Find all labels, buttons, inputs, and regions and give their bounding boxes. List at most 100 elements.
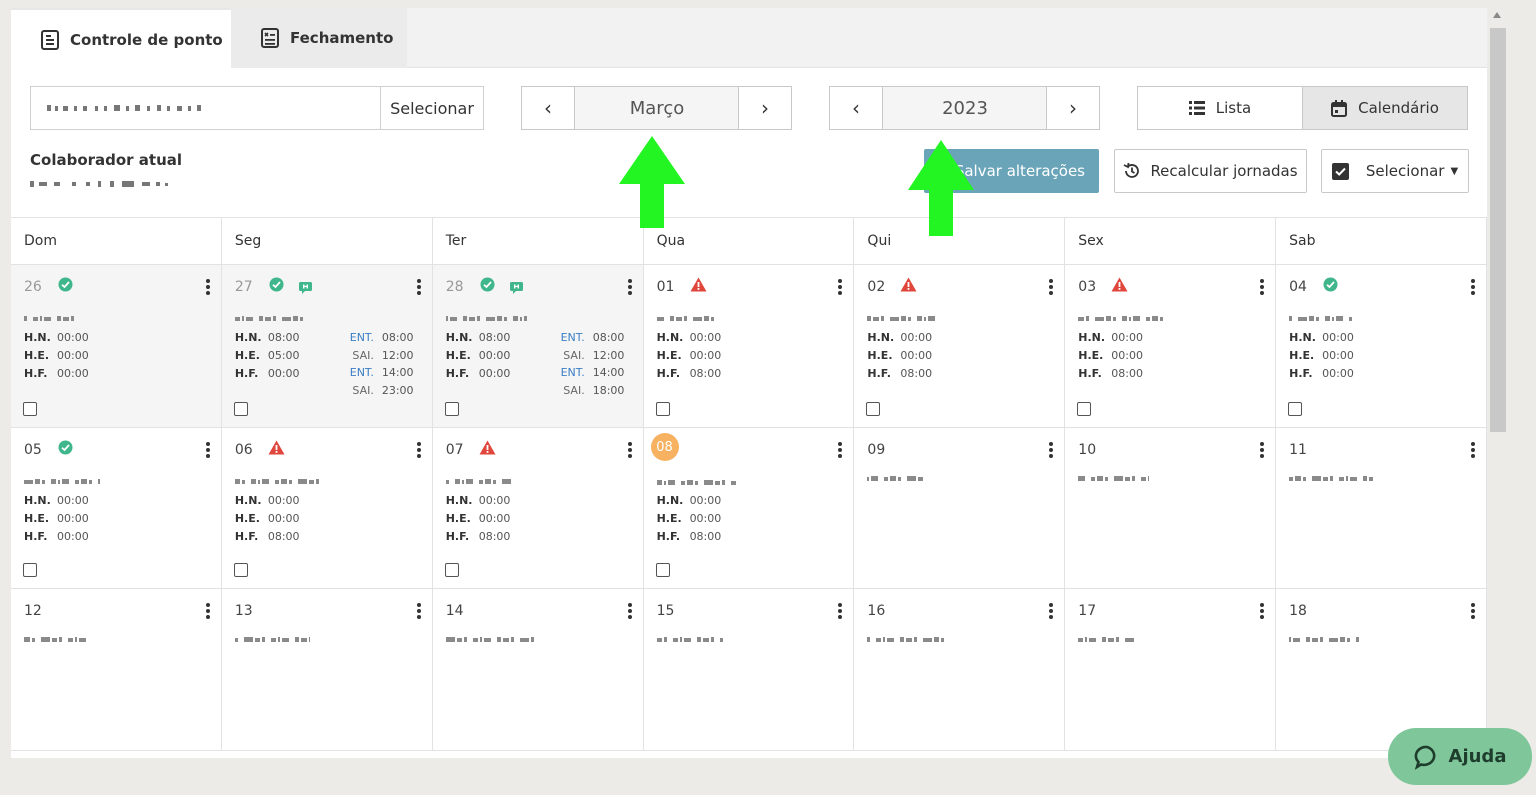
calendar-day-cell[interactable]: 18 <box>1276 589 1487 750</box>
calendar-day-cell[interactable]: 15 <box>643 589 855 750</box>
kebab-menu-icon[interactable] <box>1471 279 1475 297</box>
scrollbar-thumb[interactable] <box>1490 28 1506 432</box>
calendar-grid: Dom Seg Ter Qua Qui Sex Sab 26 H.N. 00:00 H… <box>11 217 1487 751</box>
calendar-view-button[interactable]: Calendário <box>1302 86 1468 130</box>
kebab-menu-icon[interactable] <box>838 279 843 297</box>
day-select-checkbox[interactable] <box>444 563 459 577</box>
calendar-day-cell[interactable]: 07 H.N. 00:00 H.E. 00:00 H.F. 08:00 <box>432 428 644 588</box>
calendar-day-cell[interactable]: 26 H.N. 00:00 H.E. 00:00 H.F. 00:00 <box>11 265 222 427</box>
calendar-day-cell[interactable]: 27 H.N. 08:00 H.E. 05:00 H.F. 00:00 ENT. 08:00 SA… <box>221 265 433 427</box>
hours-summary: H.N. 00:00 H.E. 00:00 H.F. 08:00 <box>656 494 722 543</box>
weekday-label: Seg <box>222 218 433 264</box>
day-select-checkbox[interactable] <box>233 563 248 577</box>
prev-year-button[interactable]: ‹ <box>829 86 883 130</box>
kebab-menu-icon[interactable] <box>1049 279 1054 297</box>
kebab-menu-icon[interactable] <box>1471 442 1475 460</box>
hours-summary: H.N. 00:00 H.E. 00:00 H.F. 08:00 <box>1078 331 1143 380</box>
calendar-day-cell[interactable]: 06 H.N. 00:00 H.E. 00:00 H.F. 08:00 <box>221 428 433 588</box>
calendar-day-cell[interactable]: 14 <box>432 589 644 750</box>
check-circle-icon <box>58 440 73 459</box>
warning-icon <box>1111 277 1128 296</box>
calendar-day-cell[interactable]: 08 H.N. 00:00 H.E. 00:00 H.F. 08:00 <box>643 428 855 588</box>
day-select-checkbox[interactable] <box>655 563 670 577</box>
calendar-day-cell[interactable]: 01 H.N. 00:00 H.E. 00:00 H.F. 08:00 <box>643 265 855 427</box>
calendar-day-cell[interactable]: 09 <box>854 428 1066 588</box>
weekday-label: Dom <box>11 218 222 264</box>
day-select-checkbox[interactable] <box>866 402 881 416</box>
day-select-checkbox[interactable] <box>1288 402 1303 416</box>
day-number: 07 <box>445 442 464 458</box>
calendar-day-cell[interactable]: 03 H.N. 00:00 H.E. 00:00 H.F. 08:00 <box>1065 265 1277 427</box>
kebab-menu-icon[interactable] <box>416 603 421 621</box>
tab-fechamento[interactable]: Fechamento <box>231 8 407 68</box>
arrow-up-icon <box>619 136 685 228</box>
kebab-menu-icon[interactable] <box>416 279 421 297</box>
tab-controle-de-ponto[interactable]: Controle de ponto <box>11 8 231 69</box>
next-month-button[interactable]: › <box>738 86 792 130</box>
kebab-menu-icon[interactable] <box>627 279 632 297</box>
collaborator-input[interactable] <box>30 86 381 130</box>
caret-down-icon: ▼ <box>1450 165 1459 177</box>
warning-icon <box>479 440 496 459</box>
checklist-icon <box>261 28 279 48</box>
prev-month-button[interactable]: ‹ <box>521 86 575 130</box>
select-collaborator-button[interactable]: Selecionar <box>380 86 484 130</box>
calendar-day-cell[interactable]: 28 H.N. 08:00 H.E. 00:00 H.F. 00:00 ENT. 08:00 SA… <box>432 265 644 427</box>
day-select-checkbox[interactable] <box>233 402 248 416</box>
kebab-menu-icon[interactable] <box>1049 603 1054 621</box>
kebab-menu-icon[interactable] <box>627 442 632 460</box>
calendar-day-cell[interactable]: 13 <box>221 589 433 750</box>
bulk-select-dropdown[interactable]: Selecionar ▼ <box>1321 149 1469 193</box>
calendar-view-label: Calendário <box>1358 99 1439 117</box>
day-number: 18 <box>1289 603 1307 619</box>
kebab-menu-icon[interactable] <box>1260 603 1265 621</box>
tab-label: Fechamento <box>290 29 394 47</box>
recalculate-label: Recalcular jornadas <box>1150 162 1298 180</box>
list-view-button[interactable]: Lista <box>1137 86 1303 130</box>
chevron-left-icon: ‹ <box>852 96 860 120</box>
kebab-menu-icon[interactable] <box>838 442 843 460</box>
day-number: 17 <box>1078 603 1097 619</box>
kebab-menu-icon[interactable] <box>1260 442 1265 460</box>
calendar-day-cell[interactable]: 05 H.N. 00:00 H.E. 00:00 H.F. 00:00 <box>11 428 222 588</box>
chevron-right-icon: › <box>1069 96 1077 120</box>
calendar-day-cell[interactable]: 17 <box>1065 589 1277 750</box>
calendar-day-cell[interactable]: 10 <box>1065 428 1277 588</box>
warning-icon <box>268 440 285 459</box>
kebab-menu-icon[interactable] <box>416 442 421 460</box>
next-year-button[interactable]: › <box>1046 86 1100 130</box>
kebab-menu-icon[interactable] <box>1049 442 1054 460</box>
day-select-checkbox[interactable] <box>655 402 670 416</box>
kebab-menu-icon[interactable] <box>205 603 210 621</box>
kebab-menu-icon[interactable] <box>205 279 210 297</box>
hours-summary: H.N. 00:00 H.E. 00:00 H.F. 00:00 <box>1289 331 1354 380</box>
redacted-schedule-text <box>445 629 536 642</box>
day-number: 02 <box>867 279 886 295</box>
kebab-menu-icon[interactable] <box>1471 603 1475 621</box>
day-select-checkbox[interactable] <box>23 563 37 577</box>
warning-icon <box>690 277 707 296</box>
scroll-up-arrow-icon[interactable] <box>1493 12 1501 18</box>
day-number: 16 <box>867 603 886 619</box>
calendar-week-row: 05 H.N. 00:00 H.E. 00:00 H.F. 00:00 06 H.N. 00:00… <box>11 428 1487 589</box>
kebab-menu-icon[interactable] <box>627 603 632 621</box>
calendar-day-cell[interactable]: 12 <box>11 589 222 750</box>
kebab-menu-icon[interactable] <box>838 603 843 621</box>
tab-bar: Controle de ponto Fechamento <box>11 8 1487 69</box>
day-select-checkbox[interactable] <box>1077 402 1092 416</box>
calendar-day-cell[interactable]: 02 H.N. 00:00 H.E. 00:00 H.F. 08:00 <box>854 265 1066 427</box>
day-number: 13 <box>234 603 253 619</box>
day-select-checkbox[interactable] <box>444 402 459 416</box>
kebab-menu-icon[interactable] <box>205 442 210 460</box>
day-select-checkbox[interactable] <box>23 402 37 416</box>
redacted-schedule-text <box>656 308 716 321</box>
comment-flag-icon <box>509 279 523 298</box>
help-button[interactable]: Ajuda <box>1388 728 1532 785</box>
calendar-day-cell[interactable]: 16 <box>854 589 1066 750</box>
kebab-menu-icon[interactable] <box>1260 279 1265 297</box>
calendar-day-cell[interactable]: 11 <box>1276 428 1487 588</box>
help-label: Ajuda <box>1448 746 1507 767</box>
weekday-label: Sab <box>1276 218 1487 264</box>
calendar-day-cell[interactable]: 04 H.N. 00:00 H.E. 00:00 H.F. 00:00 <box>1276 265 1487 427</box>
recalculate-button[interactable]: Recalcular jornadas <box>1114 149 1307 193</box>
